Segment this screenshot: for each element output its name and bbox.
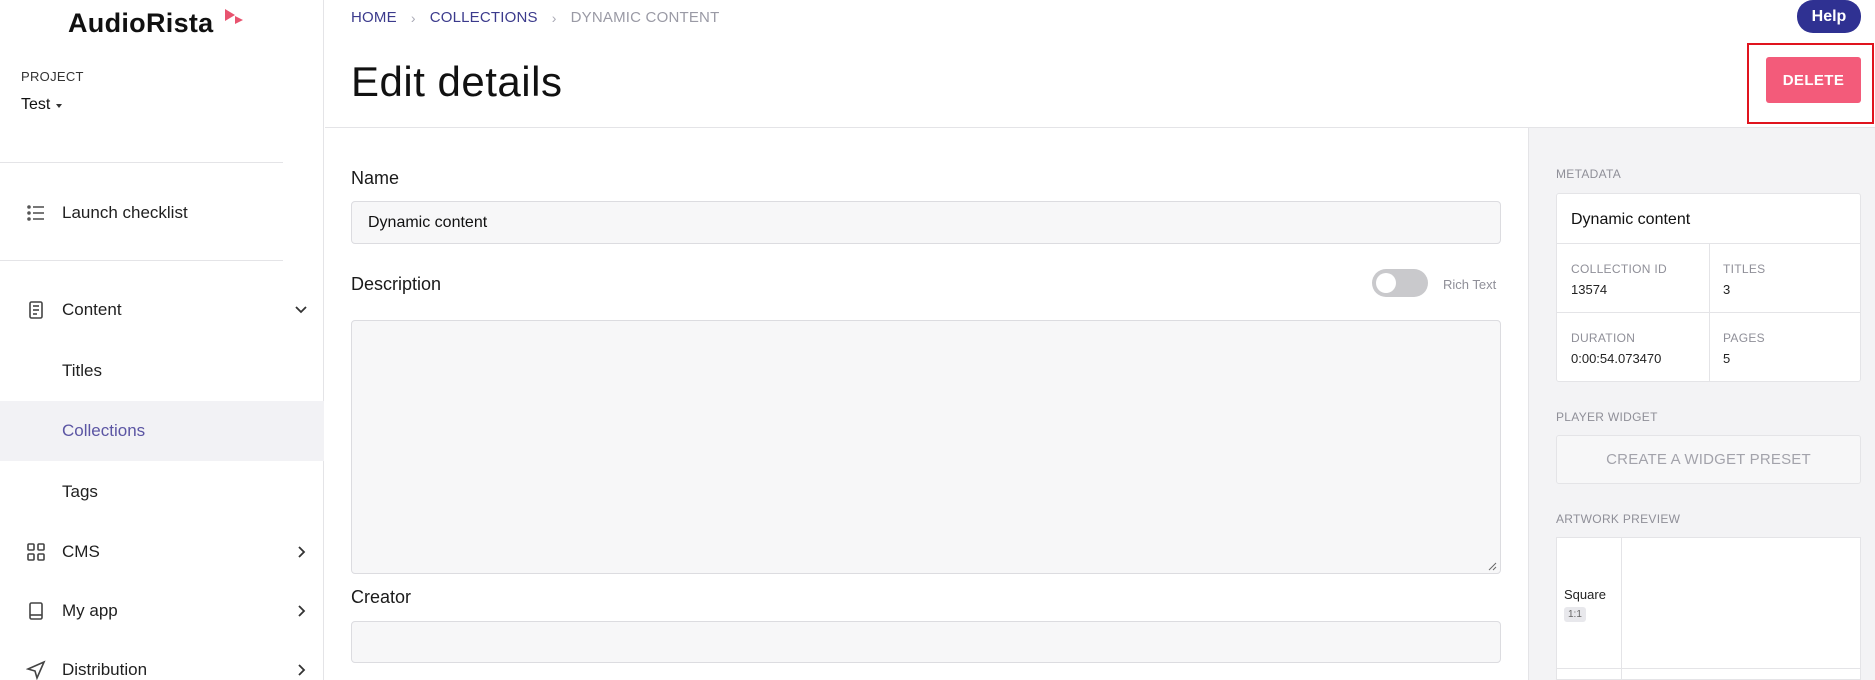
page-title: Edit details: [351, 58, 563, 105]
metadata-divider: [1709, 243, 1710, 381]
sidebar-item-launch-checklist[interactable]: Launch checklist: [0, 183, 324, 243]
creator-label: Creator: [351, 587, 412, 607]
titles-label: TITLES: [1723, 262, 1766, 276]
sidebar-divider: [0, 162, 283, 163]
chevron-right-icon: [298, 664, 306, 676]
sidebar-divider: [0, 260, 283, 261]
toggle-knob: [1376, 273, 1396, 293]
create-widget-preset-button[interactable]: CREATE A WIDGET PRESET: [1556, 435, 1861, 484]
aspect-ratio-badge: 1:1: [1564, 607, 1586, 622]
titles-value: 3: [1723, 282, 1731, 297]
sidebar-item-tags[interactable]: Tags: [0, 462, 324, 522]
breadcrumb-current: DYNAMIC CONTENT: [570, 9, 720, 26]
play-logo-icon: [225, 9, 243, 24]
tablet-icon: [29, 602, 43, 620]
sidebar-item-label: Collections: [62, 421, 146, 440]
caret-down-icon: [56, 104, 63, 108]
duration-value: 0:00:54.073470: [1571, 351, 1662, 366]
breadcrumb-home[interactable]: HOME: [351, 9, 397, 26]
creator-input[interactable]: [351, 621, 1501, 663]
chevron-right-icon: ›: [551, 9, 557, 26]
project-label: PROJECT: [21, 69, 84, 84]
rich-text-label: Rich Text: [1443, 277, 1497, 292]
artwork-divider: [1557, 668, 1860, 669]
sidebar-item-collections[interactable]: Collections: [0, 401, 324, 461]
sidebar-item-label: Titles: [62, 361, 102, 380]
breadcrumb: HOME › COLLECTIONS › DYNAMIC CONTENT: [351, 9, 719, 26]
chevron-down-icon: [295, 306, 307, 314]
chevron-right-icon: [298, 546, 306, 558]
collection-id-label: COLLECTION ID: [1571, 262, 1667, 276]
name-label: Name: [351, 168, 400, 188]
name-input[interactable]: [351, 201, 1501, 244]
document-icon: [29, 301, 43, 319]
chevron-right-icon: ›: [410, 9, 416, 26]
pages-value: 5: [1723, 351, 1731, 366]
breadcrumb-collections[interactable]: COLLECTIONS: [430, 9, 538, 26]
chevron-right-icon: [298, 605, 306, 617]
sidebar-item-content[interactable]: Content: [0, 280, 324, 340]
sidebar-item-label: Tags: [62, 482, 98, 501]
duration-label: DURATION: [1571, 331, 1636, 345]
player-widget-section-label: PLAYER WIDGET: [1556, 410, 1658, 424]
description-textarea[interactable]: [351, 320, 1501, 574]
sidebar-item-label: Content: [62, 300, 122, 319]
sidebar-item-label: My app: [62, 601, 118, 620]
metadata-title: Dynamic content: [1571, 211, 1691, 228]
metadata-section-label: METADATA: [1556, 167, 1622, 181]
rich-text-toggle[interactable]: [1372, 269, 1428, 297]
sidebar-item-label: CMS: [62, 542, 100, 561]
pages-label: PAGES: [1723, 331, 1765, 345]
send-icon: [26, 660, 46, 680]
artwork-preview-section-label: ARTWORK PREVIEW: [1556, 512, 1681, 526]
delete-button[interactable]: DELETE: [1766, 57, 1861, 103]
sidebar-item-label: Launch checklist: [62, 203, 188, 222]
description-label: Description: [351, 274, 442, 294]
sidebar: AudioRista PROJECT Test Launch checklist…: [0, 0, 324, 680]
sidebar-item-my-app[interactable]: My app: [0, 581, 324, 641]
artwork-preview-card: Square 1:1: [1556, 537, 1861, 680]
resize-handle-icon[interactable]: [1488, 562, 1497, 571]
artwork-square-label: Square: [1564, 587, 1606, 602]
project-selector[interactable]: Test: [21, 96, 63, 114]
sidebar-item-distribution[interactable]: Distribution: [0, 640, 324, 680]
grid-icon: [27, 543, 45, 561]
sidebar-item-titles[interactable]: Titles: [0, 341, 324, 401]
sidebar-item-label: Distribution: [62, 660, 148, 679]
artwork-divider: [1621, 538, 1622, 680]
sidebar-item-cms[interactable]: CMS: [0, 522, 324, 582]
collection-id-value: 13574: [1571, 282, 1608, 297]
app-logo[interactable]: AudioRista: [68, 8, 214, 39]
help-button[interactable]: Help: [1797, 0, 1861, 33]
metadata-card: Dynamic content COLLECTION ID 13574 TITL…: [1556, 193, 1861, 382]
project-name: Test: [21, 96, 51, 113]
checklist-icon: [27, 205, 44, 221]
